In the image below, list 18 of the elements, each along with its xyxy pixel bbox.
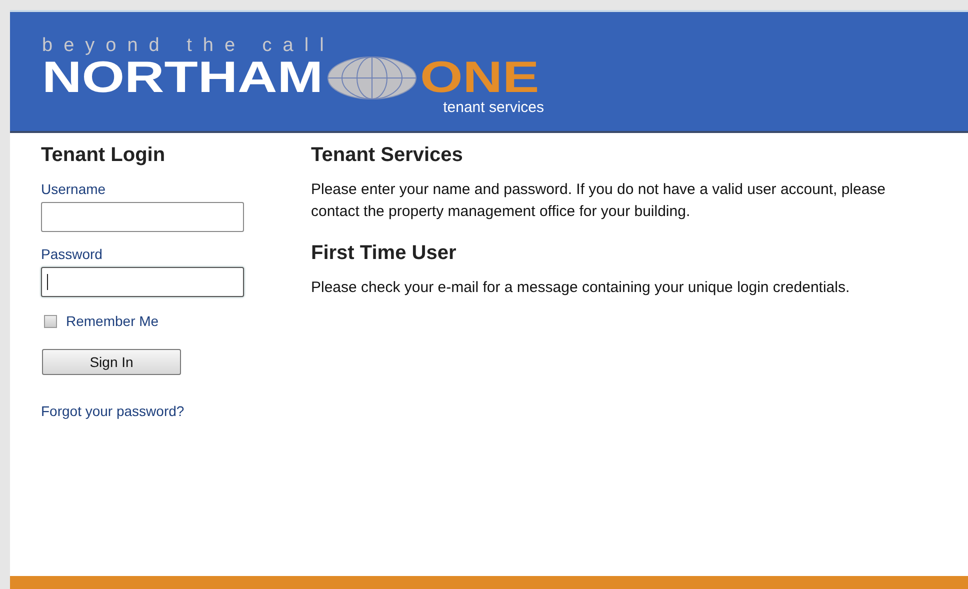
logo-subtitle: tenant services bbox=[443, 100, 544, 116]
username-field[interactable] bbox=[41, 202, 244, 232]
field-label: Password bbox=[41, 246, 102, 262]
password-field[interactable] bbox=[41, 267, 244, 297]
field-label: Username bbox=[41, 181, 106, 197]
sign-in-button[interactable]: Sign In bbox=[42, 349, 181, 375]
section-text: Please check your e-mail for a message containing your unique login credentials. bbox=[311, 278, 851, 298]
remember-label[interactable]: Remember Me bbox=[66, 313, 159, 329]
login-title: Tenant Login bbox=[41, 143, 166, 167]
section-heading: First Time User bbox=[311, 241, 458, 265]
remember-checkbox[interactable] bbox=[44, 314, 57, 328]
forgot-password-link[interactable]: Forgot your password? bbox=[41, 403, 184, 419]
globe-icon bbox=[326, 56, 417, 100]
logo-wordmark-accent: ONE bbox=[420, 58, 540, 98]
section-heading: Tenant Services bbox=[311, 143, 464, 167]
logo-tagline: beyond the call bbox=[42, 36, 336, 56]
logo-wordmark: NORTHAM bbox=[42, 58, 324, 98]
section-text: Please enter your name and password. If you do not have a valid user account, please contact the property management office for your building. bbox=[311, 180, 887, 222]
